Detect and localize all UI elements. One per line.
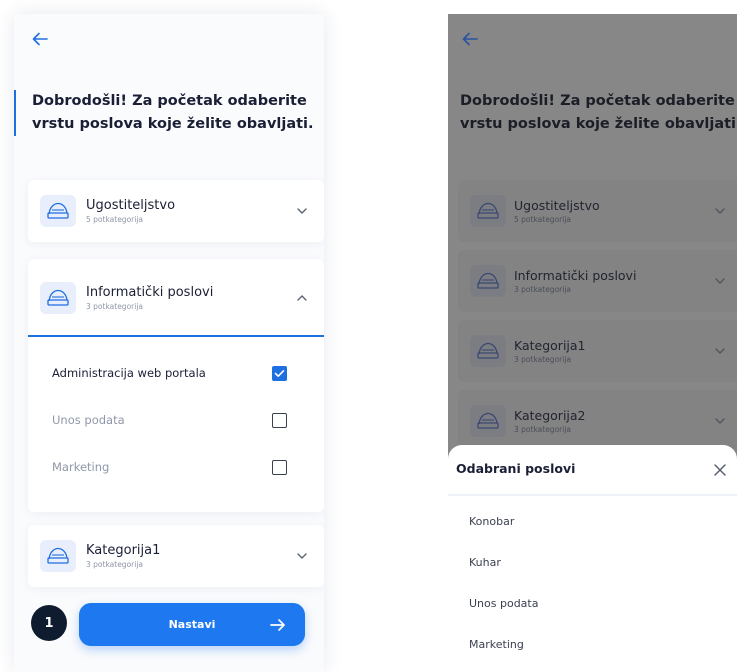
chevron-down-icon bbox=[294, 203, 310, 219]
selected-job-item[interactable]: Konobar bbox=[469, 515, 514, 528]
chevron-down-icon bbox=[715, 278, 725, 284]
category-icon bbox=[470, 405, 506, 437]
category-header-ugostiteljstvo[interactable]: Ugostiteljstvo 5 potkategorija bbox=[28, 180, 324, 242]
back-button[interactable] bbox=[28, 28, 52, 50]
arrow-left-icon bbox=[32, 32, 48, 46]
category-card-ugostiteljstvo: Ugostiteljstvo 5 potkategorija bbox=[28, 180, 324, 242]
category-subcount: 3 potkategorija bbox=[514, 425, 572, 434]
page-title: Dobrodošli! Za početak odaberite vrstu p… bbox=[460, 93, 737, 132]
category-name: Kategorija1 bbox=[514, 338, 586, 353]
close-icon[interactable] bbox=[711, 461, 729, 479]
category-name: Ugostiteljstvo bbox=[514, 198, 600, 213]
chevron-down-icon bbox=[715, 348, 725, 354]
expanded-divider bbox=[28, 335, 324, 337]
selected-jobs-sheet: Odabrani poslovi Konobar Kuhar Unos poda… bbox=[448, 445, 737, 672]
continue-button[interactable]: Nastavi bbox=[79, 603, 305, 646]
subcategory-checkbox[interactable] bbox=[272, 365, 287, 381]
category-subcount: 3 potkategorija bbox=[86, 560, 144, 569]
subcategory-label: Administracija web portala bbox=[52, 366, 206, 380]
category-header-kategorija1[interactable]: Kategorija1 3 potkategorija bbox=[28, 525, 324, 587]
sheet-title: Odabrani poslovi bbox=[456, 461, 576, 476]
category-icon bbox=[470, 335, 506, 367]
selected-job-item[interactable]: Kuhar bbox=[469, 556, 501, 569]
category-name: Kategorija2 bbox=[514, 408, 586, 423]
subcategory-checkbox[interactable] bbox=[272, 412, 287, 428]
selected-job-item[interactable]: Unos podata bbox=[469, 597, 538, 610]
arrow-right-icon bbox=[270, 619, 285, 631]
category-card[interactable]: Informatički poslovi 3 potkategorija bbox=[458, 250, 737, 312]
chevron-down-icon bbox=[715, 208, 725, 214]
chevron-down-icon bbox=[715, 418, 725, 424]
step-badge: 1 bbox=[31, 605, 67, 641]
back-button[interactable] bbox=[458, 28, 482, 50]
check-icon bbox=[274, 369, 285, 377]
subcategory-label: Marketing bbox=[52, 460, 110, 474]
category-subcount: 3 potkategorija bbox=[514, 355, 572, 364]
category-subcount: 5 potkategorija bbox=[86, 215, 144, 224]
subcategory-checkbox[interactable] bbox=[272, 459, 287, 475]
category-card[interactable]: Ugostiteljstvo 5 potkategorija bbox=[458, 180, 737, 242]
selected-job-item[interactable]: Marketing bbox=[469, 638, 524, 651]
category-name: Kategorija1 bbox=[86, 543, 161, 558]
category-card[interactable]: Kategorija2 3 potkategorija bbox=[458, 390, 737, 452]
subcategory-row[interactable]: Unos podata bbox=[28, 408, 324, 432]
category-icon bbox=[40, 195, 76, 227]
category-subcount: 3 potkategorija bbox=[514, 285, 572, 294]
screen-selected-jobs-overlay: Dobrodošli! Za početak odaberite vrstu p… bbox=[448, 14, 737, 672]
category-subcount: 5 potkategorija bbox=[514, 215, 572, 224]
category-name: Informatički poslovi bbox=[514, 268, 637, 283]
subcategory-row[interactable]: Marketing bbox=[28, 455, 324, 479]
category-icon bbox=[470, 265, 506, 297]
sheet-divider bbox=[448, 494, 737, 496]
category-name: Informatički poslovi bbox=[86, 285, 214, 300]
category-icon bbox=[40, 540, 76, 572]
chevron-up-icon bbox=[294, 290, 310, 306]
category-name: Ugostiteljstvo bbox=[86, 198, 176, 213]
arrow-left-icon bbox=[462, 32, 478, 46]
category-header-informaticki-poslovi[interactable]: Informatički poslovi 3 potkategorija bbox=[28, 267, 324, 329]
category-card-kategorija1: Kategorija1 3 potkategorija bbox=[28, 525, 324, 587]
screen-category-selection: Dobrodošli! Za početak odaberite vrstu p… bbox=[14, 14, 324, 672]
subcategory-label: Unos podata bbox=[52, 413, 125, 427]
chevron-down-icon bbox=[294, 548, 310, 564]
category-subcount: 3 potkategorija bbox=[86, 302, 144, 311]
category-card-informaticki-poslovi: Informatički poslovi 3 potkategorija Adm… bbox=[28, 259, 324, 512]
category-icon bbox=[470, 195, 506, 227]
category-card[interactable]: Kategorija1 3 potkategorija bbox=[458, 320, 737, 382]
category-icon bbox=[40, 282, 76, 314]
subcategory-row[interactable]: Administracija web portala bbox=[28, 361, 324, 385]
page-title: Dobrodošli! Za početak odaberite vrstu p… bbox=[14, 90, 314, 136]
